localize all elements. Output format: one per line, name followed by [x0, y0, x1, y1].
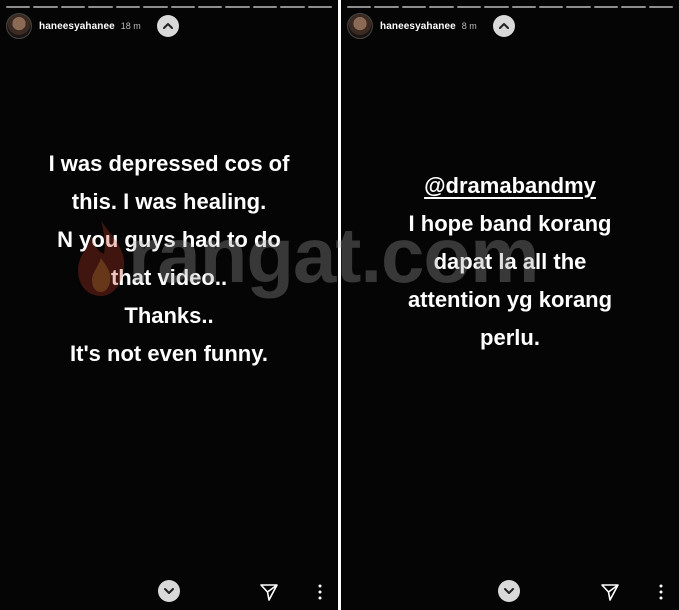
caption-line: attention yg korang: [407, 287, 613, 312]
chevron-up-icon: [162, 23, 173, 29]
caption-line: perlu.: [480, 325, 540, 350]
story-caption: @dramabandmy I hope band korang dapat la…: [341, 167, 679, 357]
avatar[interactable]: [6, 13, 32, 39]
story-footer: [341, 580, 679, 604]
chevron-up-icon: [498, 23, 509, 29]
timestamp: 8 m: [461, 21, 477, 31]
story-caption: I was depressed cos of this. I was heali…: [0, 145, 338, 373]
scroll-up-button[interactable]: [492, 15, 515, 37]
caption-line: this. I was healing.: [71, 189, 267, 214]
caption-line: Thanks..: [124, 303, 214, 328]
username[interactable]: haneesyahanee: [39, 21, 115, 32]
timestamp: 18 m: [120, 21, 141, 31]
avatar[interactable]: [347, 13, 373, 39]
chevron-down-icon: [504, 588, 514, 594]
caption-line: I was depressed cos of: [48, 151, 290, 176]
caption-line: dapat la all the: [433, 249, 587, 274]
story-progress-bar: [347, 6, 674, 8]
caption-line: I hope band korang: [408, 211, 612, 236]
scroll-down-button[interactable]: [498, 580, 520, 602]
caption-line: that video..: [110, 265, 228, 290]
send-icon[interactable]: [259, 582, 279, 602]
story-panel-right: haneesyahanee 8 m @dramabandmy I hope ba…: [341, 0, 679, 610]
story-header: haneesyahanee 8 m: [347, 12, 669, 40]
username[interactable]: haneesyahanee: [380, 21, 456, 32]
story-panel-left: haneesyahanee 18 m I was depressed cos o…: [0, 0, 338, 610]
caption-line: It's not even funny.: [70, 341, 268, 366]
more-vertical-icon[interactable]: [658, 583, 664, 601]
scroll-up-button[interactable]: [156, 15, 179, 37]
scroll-down-button[interactable]: [158, 580, 180, 602]
more-vertical-icon[interactable]: [317, 583, 323, 601]
chevron-down-icon: [164, 588, 174, 594]
story-footer: [0, 580, 338, 604]
mention-link[interactable]: @dramabandmy: [341, 167, 679, 205]
caption-line: N you guys had to do: [57, 227, 281, 252]
story-progress-bar: [6, 6, 333, 8]
send-icon[interactable]: [600, 582, 620, 602]
story-header: haneesyahanee 18 m: [6, 12, 328, 40]
